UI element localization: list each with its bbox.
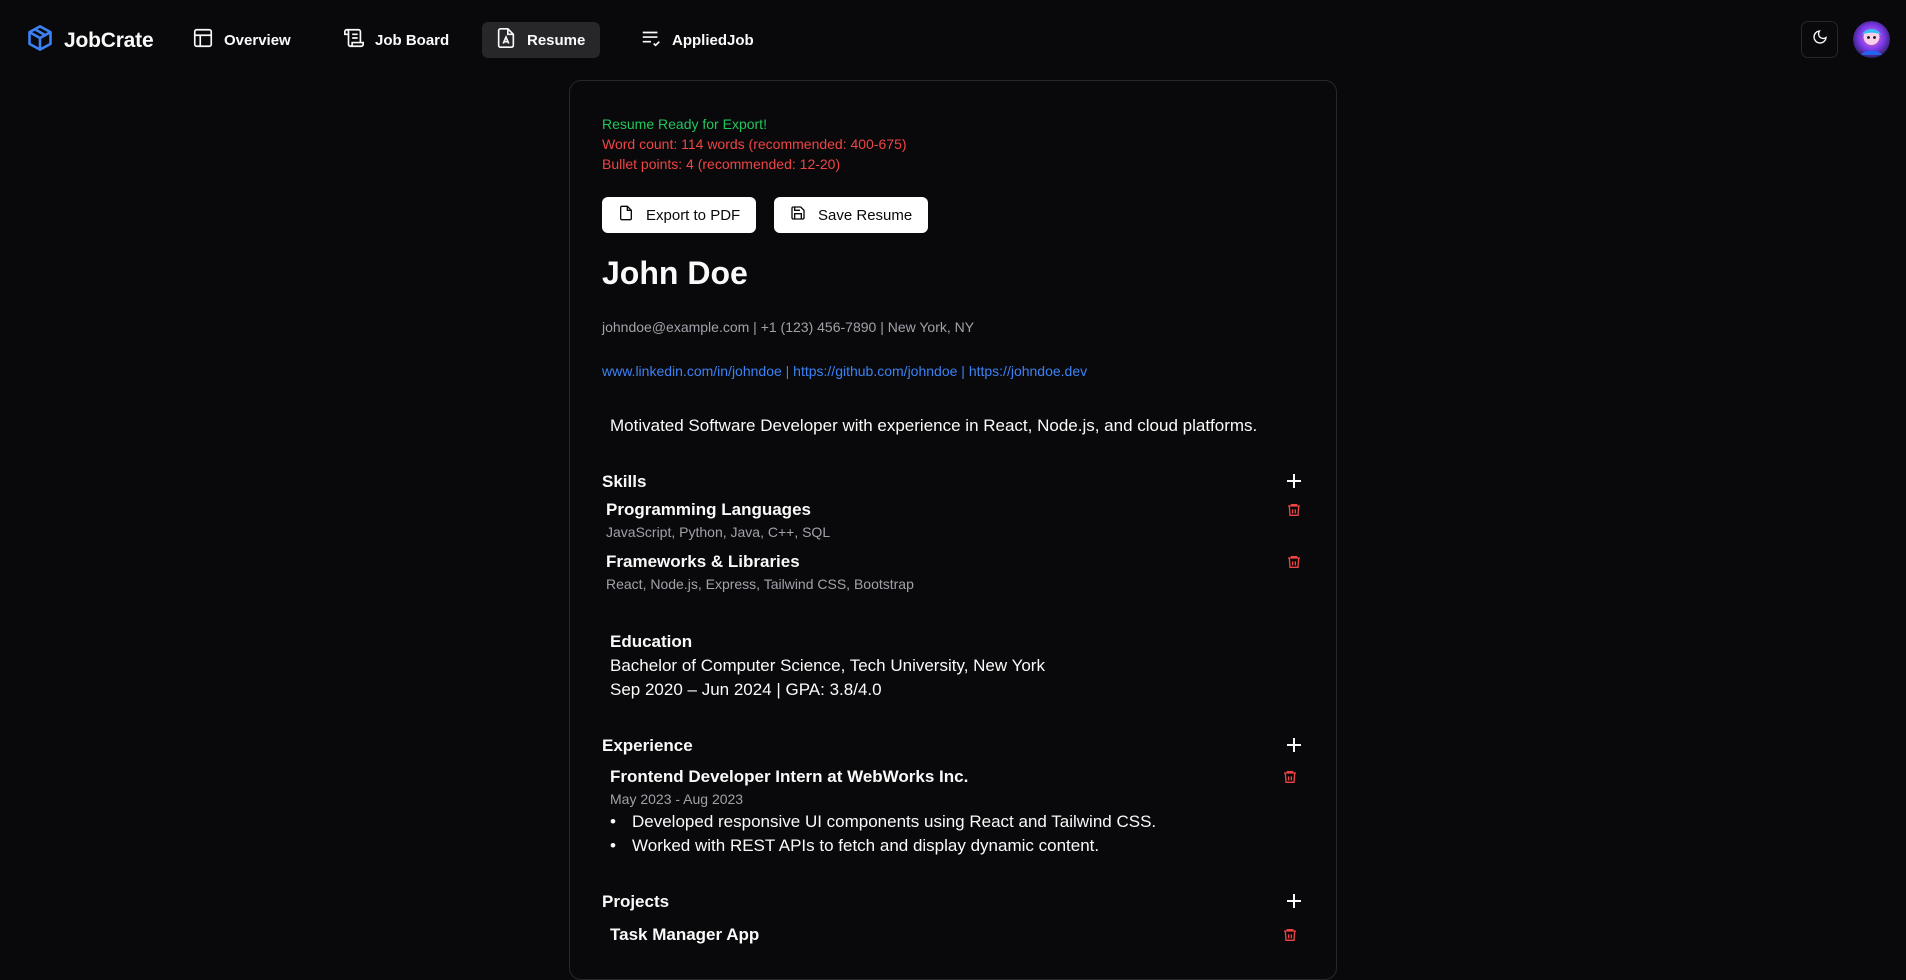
list-check-icon <box>640 27 662 53</box>
save-resume-button[interactable]: Save Resume <box>774 197 929 233</box>
delete-skill-button[interactable] <box>1286 554 1302 570</box>
nav-resume-label: Resume <box>527 31 586 49</box>
resume-links[interactable]: www.linkedin.com/in/johndoe | https://gi… <box>602 363 1087 379</box>
trash-icon <box>1286 556 1302 574</box>
trash-icon <box>1286 504 1302 522</box>
add-project-button[interactable] <box>1285 892 1303 910</box>
education-heading: Education <box>610 632 693 651</box>
experience-bullet[interactable]: Developed responsive UI components using… <box>610 812 1156 832</box>
skill-category-title[interactable]: Programming Languages <box>606 500 811 520</box>
project-name[interactable]: Task Manager App <box>610 925 759 945</box>
resume-editor-card: Resume Ready for Export! Word count: 114… <box>569 80 1337 980</box>
experience-heading: Experience <box>602 736 693 755</box>
experience-role[interactable]: Frontend Developer Intern at WebWorks In… <box>610 767 968 787</box>
moon-icon <box>1812 29 1828 50</box>
nav-job-board[interactable]: Job Board <box>330 22 462 58</box>
nav-applied-job[interactable]: AppliedJob <box>627 22 767 58</box>
save-resume-label: Save Resume <box>818 206 913 224</box>
file-icon <box>618 205 634 225</box>
resume-file-icon <box>495 27 517 53</box>
projects-heading: Projects <box>602 892 670 911</box>
bullet-count-warning: Bullet points: 4 (recommended: 12-20) <box>602 156 841 172</box>
resume-summary[interactable]: Motivated Software Developer with experi… <box>610 416 1257 436</box>
nav-applied-job-label: AppliedJob <box>672 31 754 49</box>
skill-category-title[interactable]: Frameworks & Libraries <box>606 552 800 572</box>
export-pdf-button[interactable]: Export to PDF <box>602 197 757 233</box>
ready-status: Resume Ready for Export! <box>602 116 767 132</box>
nav-overview[interactable]: Overview <box>179 22 304 58</box>
brand-name: JobCrate <box>64 28 154 52</box>
nav-resume[interactable]: Resume <box>482 22 600 58</box>
nav-overview-label: Overview <box>224 31 291 49</box>
user-avatar[interactable] <box>1853 21 1890 58</box>
top-navbar: JobCrate Overview Job Board Resume Appli… <box>0 0 1906 80</box>
brand[interactable]: JobCrate <box>26 24 154 57</box>
education-degree[interactable]: Bachelor of Computer Science, Tech Unive… <box>610 656 1045 676</box>
resume-contact[interactable]: johndoe@example.com | +1 (123) 456-7890 … <box>602 319 974 335</box>
trash-icon <box>1282 929 1298 947</box>
add-experience-button[interactable] <box>1285 736 1303 754</box>
education-dates[interactable]: Sep 2020 – Jun 2024 | GPA: 3.8/4.0 <box>610 680 882 700</box>
layout-icon <box>192 27 214 53</box>
nav-job-board-label: Job Board <box>375 31 450 49</box>
delete-skill-button[interactable] <box>1286 502 1302 518</box>
skill-category-values[interactable]: React, Node.js, Express, Tailwind CSS, B… <box>606 576 914 592</box>
delete-project-button[interactable] <box>1282 927 1298 943</box>
export-pdf-label: Export to PDF <box>646 206 741 224</box>
experience-dates[interactable]: May 2023 - Aug 2023 <box>610 791 743 807</box>
scroll-icon <box>343 27 365 53</box>
experience-bullet[interactable]: Worked with REST APIs to fetch and displ… <box>610 836 1099 856</box>
theme-toggle-button[interactable] <box>1801 21 1838 58</box>
add-skill-button[interactable] <box>1285 472 1303 490</box>
save-icon <box>790 205 806 225</box>
skills-heading: Skills <box>602 472 647 491</box>
word-count-warning: Word count: 114 words (recommended: 400-… <box>602 136 907 152</box>
resume-name[interactable]: John Doe <box>602 255 748 292</box>
delete-experience-button[interactable] <box>1282 769 1298 785</box>
skill-category-values[interactable]: JavaScript, Python, Java, C++, SQL <box>606 524 830 540</box>
cube-logo-icon <box>26 24 54 57</box>
trash-icon <box>1282 771 1298 789</box>
